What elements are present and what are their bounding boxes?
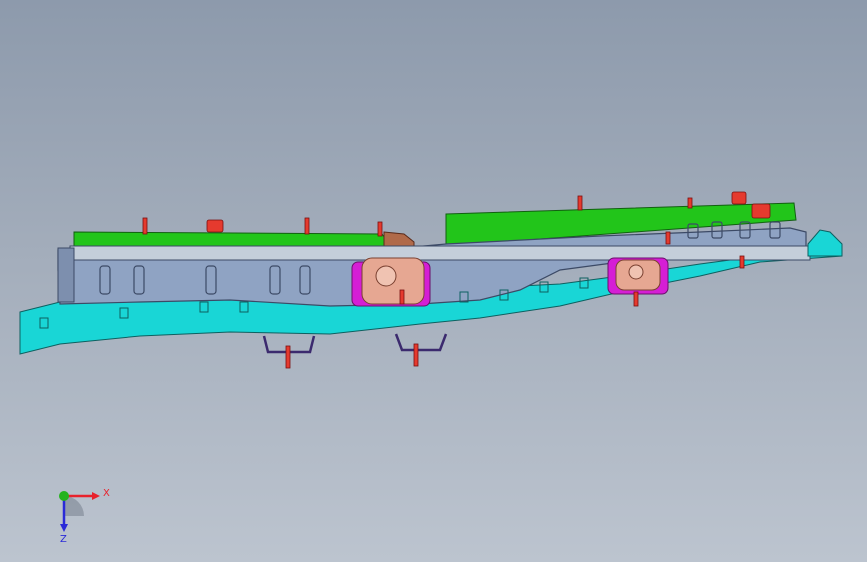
3d-viewport[interactable]: X Z bbox=[0, 0, 867, 562]
locator-pin bbox=[304, 217, 310, 235]
locator-pin bbox=[633, 291, 639, 307]
center-clamp-unit[interactable] bbox=[351, 257, 431, 307]
locator-pin bbox=[739, 255, 745, 269]
locator-pin bbox=[751, 203, 771, 219]
z-axis-label: Z bbox=[60, 534, 67, 545]
axis-triad: X Z bbox=[40, 478, 120, 548]
locator-pin bbox=[377, 221, 383, 237]
locator-pin bbox=[687, 197, 693, 209]
right-clamp-unit[interactable] bbox=[607, 257, 669, 295]
fixture-assembly-model[interactable] bbox=[0, 0, 867, 562]
lower-bracket-right bbox=[394, 333, 448, 352]
locator-pin bbox=[731, 191, 747, 205]
right-end-tab bbox=[807, 229, 843, 257]
locator-pin bbox=[142, 217, 148, 235]
locator-pin bbox=[206, 219, 224, 233]
locator-pin bbox=[413, 343, 419, 367]
locator-pin bbox=[285, 345, 291, 369]
left-end-block bbox=[57, 247, 75, 303]
top-beam[interactable] bbox=[69, 245, 811, 261]
x-axis-label: X bbox=[103, 488, 110, 499]
locator-pin bbox=[577, 195, 583, 211]
y-axis-dot bbox=[59, 491, 69, 501]
locator-pin bbox=[399, 289, 405, 305]
locator-pin bbox=[665, 231, 671, 245]
